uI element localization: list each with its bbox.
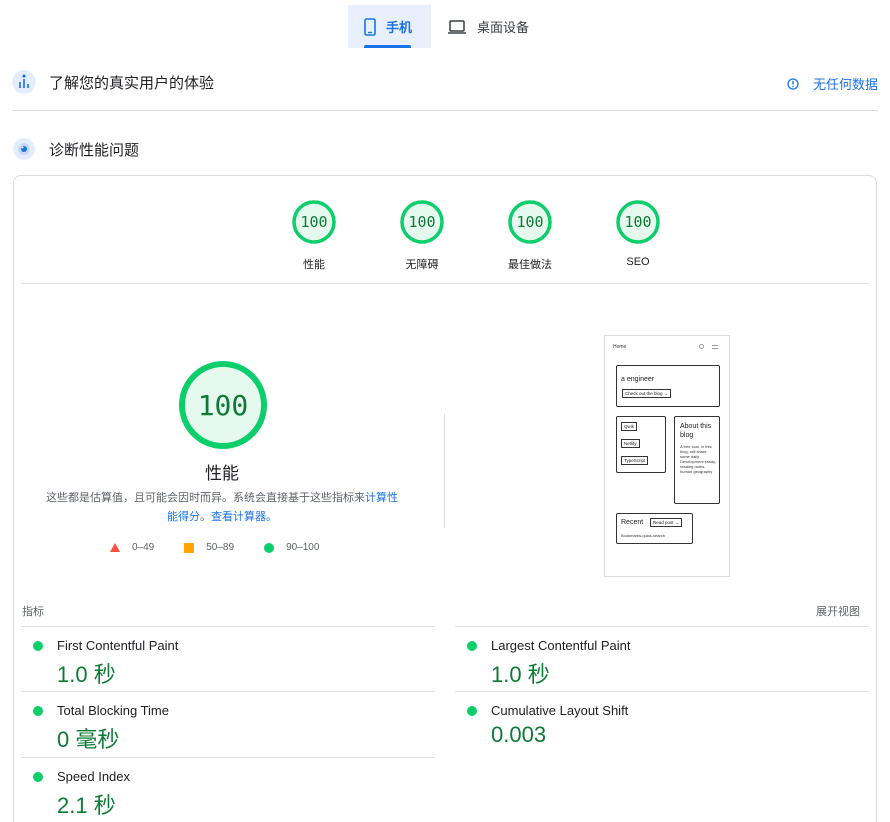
pass-dot-icon	[467, 706, 477, 716]
final-screenshot[interactable]: Home a engineer Check out the blog → Qwi…	[604, 335, 730, 577]
metric-name: Cumulative Layout Shift	[491, 703, 629, 718]
metric-value: 0.003	[491, 722, 547, 747]
gauge-seo[interactable]: 100 SEO	[584, 199, 692, 272]
hero-title: a engineer	[621, 376, 655, 383]
metric-name: Total Blocking Time	[57, 703, 169, 718]
info-icon	[787, 77, 799, 90]
performance-description: 这些都是估算值，且可能会因时而异。系统会直接基于这些指标来计算性能得分。查看计算…	[41, 489, 403, 527]
menu-icon	[712, 345, 718, 349]
laptop-icon	[447, 19, 467, 35]
metric-value: 1.0 秒	[491, 662, 550, 687]
recent-item: Bookmarks-quick-search	[621, 533, 666, 538]
hero-box	[616, 365, 720, 407]
description-punct: 。	[200, 511, 211, 523]
triangle-icon	[110, 543, 120, 552]
gauge-accessibility[interactable]: 100 无障碍	[368, 199, 476, 272]
performance-score: 100	[197, 388, 249, 422]
metric-value: 0 毫秒	[57, 727, 120, 752]
tab-desktop-label: 桌面设备	[477, 20, 530, 35]
square-icon	[184, 542, 195, 553]
gauge-label: 最佳做法	[508, 259, 552, 271]
diagnose-title: 诊断性能问题	[49, 141, 140, 159]
screenshot-home: Home	[613, 344, 627, 350]
expand-view-toggle[interactable]: 展开视图	[816, 603, 860, 619]
pass-dot-icon	[467, 641, 477, 651]
metrics-heading: 指标	[22, 606, 44, 618]
score-value: 100	[408, 213, 436, 231]
tag-item: TypeScript	[621, 456, 649, 465]
lighthouse-report-card: 100 性能 100 无障碍 100 最佳做法 100 SEO 100 性能 这…	[13, 175, 877, 822]
gauge-label: 无障碍	[405, 259, 439, 271]
metric-name: Largest Contentful Paint	[491, 638, 631, 653]
metric-name: Speed Index	[57, 769, 131, 784]
performance-title: 性能	[205, 464, 239, 483]
legend-range: 90–100	[286, 542, 320, 553]
tab-mobile-label: 手机	[386, 20, 413, 35]
crux-title: 了解您的真实用户的体验	[49, 74, 215, 92]
gauge-label: SEO	[626, 256, 650, 268]
score-legend: 0–49 50–89 90–100	[110, 542, 349, 553]
about-title: About this blog	[680, 423, 712, 439]
device-tabs: 手机 桌面设备	[348, 5, 545, 48]
score-ring: 100	[291, 199, 337, 245]
crux-section-header: 了解您的真实用户的体验	[12, 70, 878, 94]
calculator-link[interactable]: 查看计算器。	[211, 511, 277, 523]
score-ring: 100	[507, 199, 553, 245]
score-ring: 100	[615, 199, 661, 245]
about-text: A free soul, in this blog, will share so…	[680, 444, 716, 474]
vertical-separator	[444, 414, 445, 528]
diagnose-section-header: 诊断性能问题	[12, 137, 878, 161]
field-data-icon	[12, 70, 36, 94]
score-ring: 100	[399, 199, 445, 245]
legend-range: 50–89	[206, 542, 235, 553]
recent-title: Recent	[621, 519, 644, 526]
pass-dot-icon	[33, 706, 43, 716]
description-text: 这些都是估算值，且可能会因时而异。系统会直接基于这些指标来	[46, 492, 365, 504]
theme-icon	[699, 344, 704, 349]
tab-desktop[interactable]: 桌面设备	[431, 5, 545, 48]
category-gauges: 100 性能 100 无障碍 100 最佳做法 100 SEO	[260, 199, 692, 272]
metric-value: 1.0 秒	[57, 662, 116, 687]
metric-fcp: First Contentful Paint 1.0 秒	[21, 626, 435, 692]
tag-item: Netlify	[621, 439, 640, 448]
metric-lcp: Largest Contentful Paint 1.0 秒	[455, 626, 869, 692]
gauge-label: 性能	[303, 259, 325, 271]
gauge-best-practices[interactable]: 100 最佳做法	[476, 199, 584, 272]
no-data-link[interactable]: 无任何数据	[787, 74, 878, 93]
legend-fail: 0–49	[110, 542, 154, 553]
metric-cls: Cumulative Layout Shift 0.003	[455, 691, 869, 757]
circle-icon	[264, 542, 275, 553]
metric-value: 2.1 秒	[57, 793, 116, 818]
legend-pass: 90–100	[264, 542, 319, 553]
metric-name: First Contentful Paint	[57, 638, 179, 653]
lab-data-icon	[12, 137, 36, 161]
metric-si: Speed Index 2.1 秒	[21, 757, 435, 822]
gauge-performance[interactable]: 100 性能	[260, 199, 368, 272]
metric-tbt: Total Blocking Time 0 毫秒	[21, 691, 435, 757]
score-value: 100	[624, 213, 652, 231]
performance-score-gauge: 100	[178, 360, 268, 450]
score-value: 100	[300, 213, 328, 231]
card-divider	[21, 283, 869, 284]
score-value: 100	[516, 213, 544, 231]
tag-item: Qwik	[621, 422, 637, 431]
read-post-button: Read post →	[650, 518, 683, 527]
tab-mobile[interactable]: 手机	[348, 5, 431, 48]
section-divider	[12, 110, 878, 111]
phone-icon	[364, 17, 376, 36]
legend-range: 0–49	[132, 542, 155, 553]
pass-dot-icon	[33, 641, 43, 651]
hero-button: Check out the blog →	[622, 389, 672, 398]
pass-dot-icon	[33, 772, 43, 782]
no-data-label: 无任何数据	[812, 77, 878, 92]
legend-average: 50–89	[184, 542, 234, 553]
